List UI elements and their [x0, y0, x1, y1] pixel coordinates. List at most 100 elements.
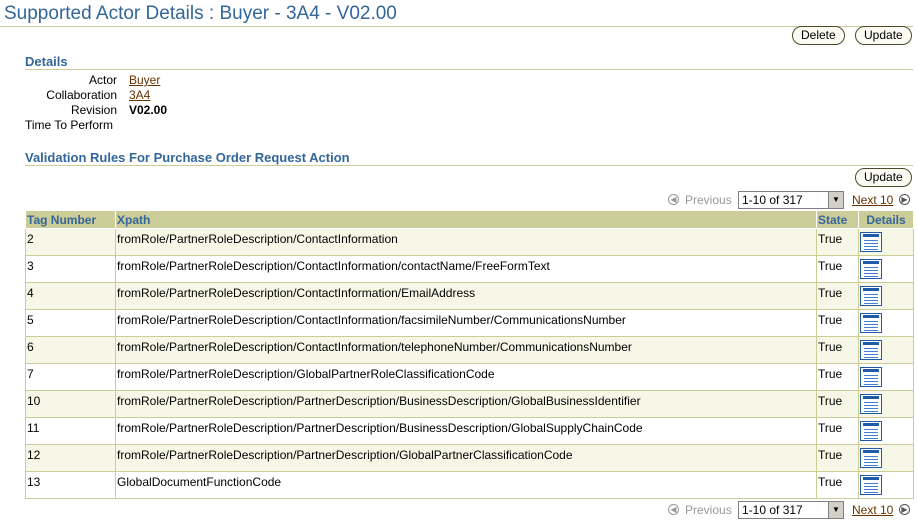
actor-link[interactable]: Buyer [129, 73, 160, 87]
details-icon[interactable] [860, 421, 882, 441]
details-cell [858, 228, 914, 256]
revision-label: Revision [70, 103, 117, 117]
xpath-cell: fromRole/PartnerRoleDescription/ContactI… [115, 309, 817, 337]
rules-update-button[interactable]: Update [855, 168, 912, 187]
col-details: Details [858, 211, 914, 229]
xpath-cell: fromRole/PartnerRoleDescription/PartnerD… [115, 444, 817, 472]
next-arrow-icon[interactable]: ▶ [899, 194, 910, 205]
next-10-link[interactable]: Next 10 [852, 503, 893, 517]
xpath-cell: GlobalDocumentFunctionCode [115, 471, 817, 499]
details-icon[interactable] [860, 313, 882, 333]
table-row: 7 fromRole/PartnerRoleDescription/GlobalP… [25, 363, 914, 391]
tag-number-cell: 11 [25, 417, 116, 445]
state-cell: True [816, 471, 859, 499]
range-select[interactable]: 1-10 of 317 ▼ [738, 191, 844, 209]
tag-number-cell: 2 [25, 228, 116, 256]
details-cell [858, 444, 914, 472]
details-icon[interactable] [860, 367, 882, 387]
state-cell: True [816, 255, 859, 283]
table-row: 10 fromRole/PartnerRoleDescription/Partne… [25, 390, 914, 418]
tag-number-cell: 13 [25, 471, 116, 499]
tag-number-cell: 12 [25, 444, 116, 472]
details-cell [858, 363, 914, 391]
details-icon[interactable] [860, 475, 882, 495]
xpath-cell: fromRole/PartnerRoleDescription/GlobalPa… [115, 363, 817, 391]
range-select[interactable]: 1-10 of 317 ▼ [738, 501, 844, 519]
table-row: 5 fromRole/PartnerRoleDescription/Contact… [25, 309, 914, 337]
xpath-cell: fromRole/PartnerRoleDescription/PartnerD… [115, 417, 817, 445]
previous-arrow-icon: ◀ [668, 504, 679, 515]
chevron-down-icon[interactable]: ▼ [828, 502, 843, 518]
next-arrow-icon[interactable]: ▶ [899, 504, 910, 515]
details-cell [858, 390, 914, 418]
table-row: 6 fromRole/PartnerRoleDescription/Contact… [25, 336, 914, 364]
details-heading: Details [25, 54, 68, 69]
tag-number-cell: 5 [25, 309, 116, 337]
range-select-value: 1-10 of 317 [742, 193, 803, 207]
details-cell [858, 309, 914, 337]
tag-number-cell: 4 [25, 282, 116, 310]
col-xpath[interactable]: Xpath [115, 211, 817, 229]
table-row: 11 fromRole/PartnerRoleDescription/Partne… [25, 417, 914, 445]
validation-rules-heading: Validation Rules For Purchase Order Requ… [25, 150, 350, 165]
state-cell: True [816, 228, 859, 256]
previous-label: Previous [685, 503, 732, 517]
table-header-row: Tag Number Xpath State Details [25, 211, 914, 229]
tag-number-cell: 7 [25, 363, 116, 391]
update-button[interactable]: Update [855, 26, 912, 45]
tag-number-cell: 3 [25, 255, 116, 283]
tag-number-cell: 6 [25, 336, 116, 364]
details-cell [858, 282, 914, 310]
validation-rules-table: Tag Number Xpath State Details 2 fromRole… [25, 211, 914, 499]
page-title: Supported Actor Details : Buyer - 3A4 - … [4, 3, 397, 24]
table-row: 2 fromRole/PartnerRoleDescription/Contact… [25, 228, 914, 256]
delete-button[interactable]: Delete [792, 26, 845, 45]
pager-bottom: ◀ Previous 1-10 of 317 ▼ Next 10 ▶ [0, 500, 917, 520]
xpath-cell: fromRole/PartnerRoleDescription/PartnerD… [115, 390, 817, 418]
state-cell: True [816, 363, 859, 391]
details-icon[interactable] [860, 232, 882, 252]
details-icon[interactable] [860, 259, 882, 279]
next-10-link[interactable]: Next 10 [852, 193, 893, 207]
details-cell [858, 471, 914, 499]
validation-rules-divider [25, 165, 913, 166]
actor-label: Actor [88, 73, 117, 87]
xpath-cell: fromRole/PartnerRoleDescription/ContactI… [115, 336, 817, 364]
state-cell: True [816, 282, 859, 310]
table-row: 4 fromRole/PartnerRoleDescription/Contact… [25, 282, 914, 310]
state-cell: True [816, 444, 859, 472]
revision-value: V02.00 [129, 103, 168, 117]
collaboration-link[interactable]: 3A4 [129, 88, 150, 102]
xpath-cell: fromRole/PartnerRoleDescription/ContactI… [115, 282, 817, 310]
state-cell: True [816, 390, 859, 418]
actor-value: Buyer [129, 73, 160, 87]
details-cell [858, 417, 914, 445]
collaboration-label: Collaboration [46, 88, 117, 102]
col-state[interactable]: State [816, 211, 859, 229]
xpath-cell: fromRole/PartnerRoleDescription/ContactI… [115, 228, 817, 256]
details-icon[interactable] [860, 340, 882, 360]
collaboration-value: 3A4 [129, 88, 150, 102]
state-cell: True [816, 309, 859, 337]
title-divider [0, 26, 913, 27]
details-icon[interactable] [860, 448, 882, 468]
time-to-perform-label: Time To Perform [25, 118, 114, 132]
state-cell: True [816, 417, 859, 445]
previous-label: Previous [685, 193, 732, 207]
tag-number-cell: 10 [25, 390, 116, 418]
pager-top: ◀ Previous 1-10 of 317 ▼ Next 10 ▶ [0, 190, 917, 210]
xpath-cell: fromRole/PartnerRoleDescription/ContactI… [115, 255, 817, 283]
range-select-value: 1-10 of 317 [742, 503, 803, 517]
details-icon[interactable] [860, 394, 882, 414]
table-row: 13 GlobalDocumentFunctionCode True [25, 471, 914, 499]
table-row: 3 fromRole/PartnerRoleDescription/Contact… [25, 255, 914, 283]
details-divider [25, 69, 913, 70]
chevron-down-icon[interactable]: ▼ [828, 192, 843, 208]
table-row: 12 fromRole/PartnerRoleDescription/Partne… [25, 444, 914, 472]
col-tag-number[interactable]: Tag Number [25, 211, 116, 229]
state-cell: True [816, 336, 859, 364]
details-icon[interactable] [860, 286, 882, 306]
previous-arrow-icon: ◀ [668, 194, 679, 205]
details-cell [858, 255, 914, 283]
details-cell [858, 336, 914, 364]
